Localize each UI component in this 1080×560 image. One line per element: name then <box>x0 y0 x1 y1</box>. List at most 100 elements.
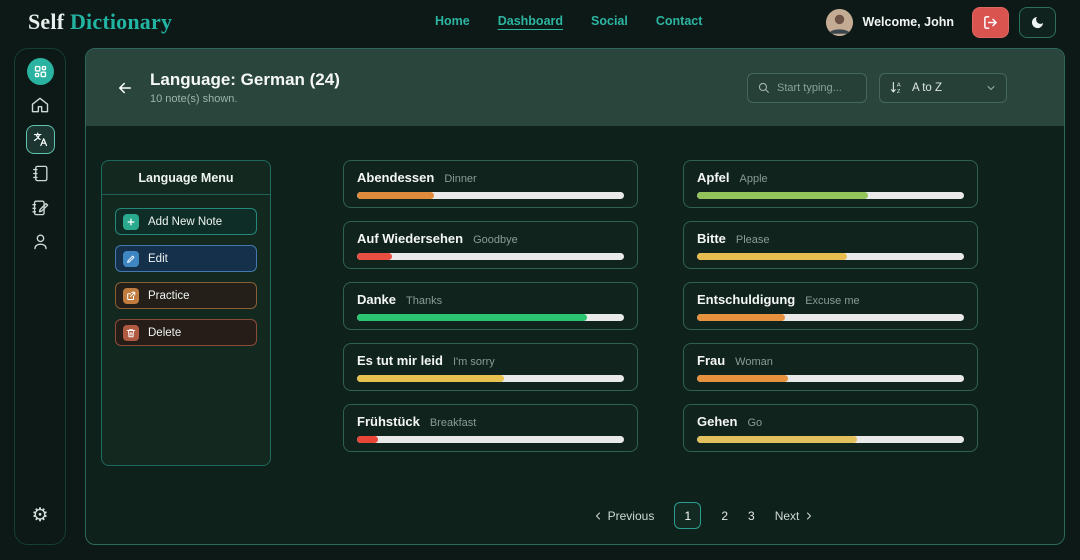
note-term: Frau <box>697 353 725 368</box>
note-progress-track <box>357 375 624 382</box>
pagination-previous[interactable]: Previous <box>592 509 655 523</box>
delete-button[interactable]: Delete <box>115 319 257 346</box>
sort-az-icon: A Z <box>889 80 904 95</box>
theme-toggle-button[interactable] <box>1019 7 1056 38</box>
edit-label: Edit <box>148 253 168 265</box>
note-term: Frühstück <box>357 414 420 429</box>
note-term: Danke <box>357 292 396 307</box>
gear-icon: ⚙ <box>31 506 48 525</box>
chevron-left-icon <box>592 510 604 522</box>
header-tools: A Z A to Z <box>747 73 1007 103</box>
svg-text:A: A <box>897 82 901 88</box>
person-icon <box>31 232 50 251</box>
sidebar-item-home[interactable] <box>15 88 65 122</box>
note-term: Auf Wiedersehen <box>357 231 463 246</box>
note-progress-track <box>697 253 964 260</box>
note-card-frau[interactable]: Frau Woman <box>683 343 978 391</box>
note-progress-fill <box>697 314 785 321</box>
practice-button[interactable]: Practice <box>115 282 257 309</box>
note-progress-track <box>697 436 964 443</box>
logo-accent-text: Dictionary <box>70 9 172 34</box>
note-translation: Breakfast <box>430 417 476 429</box>
note-progress-track <box>357 314 624 321</box>
book-icon <box>31 164 50 183</box>
note-progress-fill <box>357 436 378 443</box>
notes-grid: AbendessenDinner ApfelApple Auf Wiederse… <box>343 160 1064 452</box>
note-translation: Woman <box>735 356 773 368</box>
note-translation: Excuse me <box>805 295 859 307</box>
delete-label: Delete <box>148 327 181 339</box>
note-progress-fill <box>357 314 587 321</box>
edit-button[interactable]: Edit <box>115 245 257 272</box>
logout-button[interactable] <box>972 7 1009 38</box>
pagination-page-3[interactable]: 3 <box>748 509 755 523</box>
note-translation: I'm sorry <box>453 356 495 368</box>
search-input[interactable] <box>777 82 857 94</box>
note-translation: Please <box>736 234 770 246</box>
add-new-note-button[interactable]: Add New Note <box>115 208 257 235</box>
note-progress-fill <box>357 375 504 382</box>
moon-icon <box>1030 15 1045 30</box>
note-card-es-tut-mir-leid[interactable]: Es tut mir leidI'm sorry <box>343 343 638 391</box>
pagination: Previous 1 2 3 Next <box>343 502 1064 529</box>
logout-icon <box>983 15 998 30</box>
pagination-next[interactable]: Next <box>775 509 816 523</box>
dashboard-grid-icon <box>27 58 54 85</box>
nav-dashboard[interactable]: Dashboard <box>498 14 563 30</box>
chevron-right-icon <box>803 510 815 522</box>
title-block: Language: German (24) 10 note(s) shown. <box>150 70 340 105</box>
search-icon <box>757 81 770 94</box>
nav-contact[interactable]: Contact <box>656 14 703 30</box>
pagination-page-1[interactable]: 1 <box>674 502 701 529</box>
plus-icon <box>123 214 139 230</box>
search-box[interactable] <box>747 73 867 103</box>
sidebar-item-translate[interactable] <box>15 122 65 156</box>
note-translation: Thanks <box>406 295 442 307</box>
sidebar-item-notes-edit[interactable] <box>15 190 65 224</box>
sidebar-item-settings[interactable]: ⚙ <box>15 498 65 532</box>
note-progress-fill <box>697 375 788 382</box>
note-card-abendessen[interactable]: AbendessenDinner <box>343 160 638 208</box>
home-icon <box>30 95 50 115</box>
panel-body: Language Menu Add New Note Edit <box>86 126 1064 544</box>
note-progress-track <box>697 314 964 321</box>
sidebar-item-dashboard[interactable] <box>15 54 65 88</box>
welcome-text: Welcome, John <box>863 15 954 29</box>
note-progress-fill <box>357 253 392 260</box>
note-card-gehen[interactable]: GehenGo <box>683 404 978 452</box>
note-card-fruehstueck[interactable]: Frühstück Breakfast <box>343 404 638 452</box>
pagination-previous-label: Previous <box>608 509 655 523</box>
back-button[interactable] <box>116 79 134 97</box>
sidebar: ⚙ <box>14 48 66 545</box>
header-controls: Welcome, John <box>826 7 1056 38</box>
note-progress-fill <box>357 192 434 199</box>
note-card-auf-wiedersehen[interactable]: Auf WiedersehenGoodbye <box>343 221 638 269</box>
nav-social[interactable]: Social <box>591 14 628 30</box>
note-term: Abendessen <box>357 170 434 185</box>
note-progress-fill <box>697 436 857 443</box>
page-header: Language: German (24) 10 note(s) shown. … <box>86 49 1064 126</box>
note-progress-track <box>697 375 964 382</box>
sort-label: A to Z <box>912 82 942 94</box>
sidebar-item-profile[interactable] <box>15 224 65 258</box>
add-new-note-label: Add New Note <box>148 216 222 228</box>
launch-icon <box>123 288 139 304</box>
language-menu-panel: Language Menu Add New Note Edit <box>101 160 271 466</box>
note-card-apfel[interactable]: ApfelApple <box>683 160 978 208</box>
note-card-entschuldigung[interactable]: EntschuldigungExcuse me <box>683 282 978 330</box>
note-card-danke[interactable]: Danke Thanks <box>343 282 638 330</box>
user-avatar[interactable] <box>826 9 853 36</box>
practice-label: Practice <box>148 290 190 302</box>
note-card-bitte[interactable]: BittePlease <box>683 221 978 269</box>
notebook-pencil-icon <box>31 198 50 217</box>
app-logo: Self Dictionary <box>28 9 172 35</box>
page-subtitle: 10 note(s) shown. <box>150 93 340 105</box>
notes-area: AbendessenDinner ApfelApple Auf Wiederse… <box>343 160 1064 544</box>
logo-primary: Self <box>28 9 64 34</box>
sidebar-item-book[interactable] <box>15 156 65 190</box>
nav-home[interactable]: Home <box>435 14 470 30</box>
sort-dropdown[interactable]: A Z A to Z <box>879 73 1007 103</box>
pagination-page-2[interactable]: 2 <box>721 509 728 523</box>
main-panel: Language: German (24) 10 note(s) shown. … <box>85 48 1065 545</box>
svg-text:Z: Z <box>897 89 901 95</box>
